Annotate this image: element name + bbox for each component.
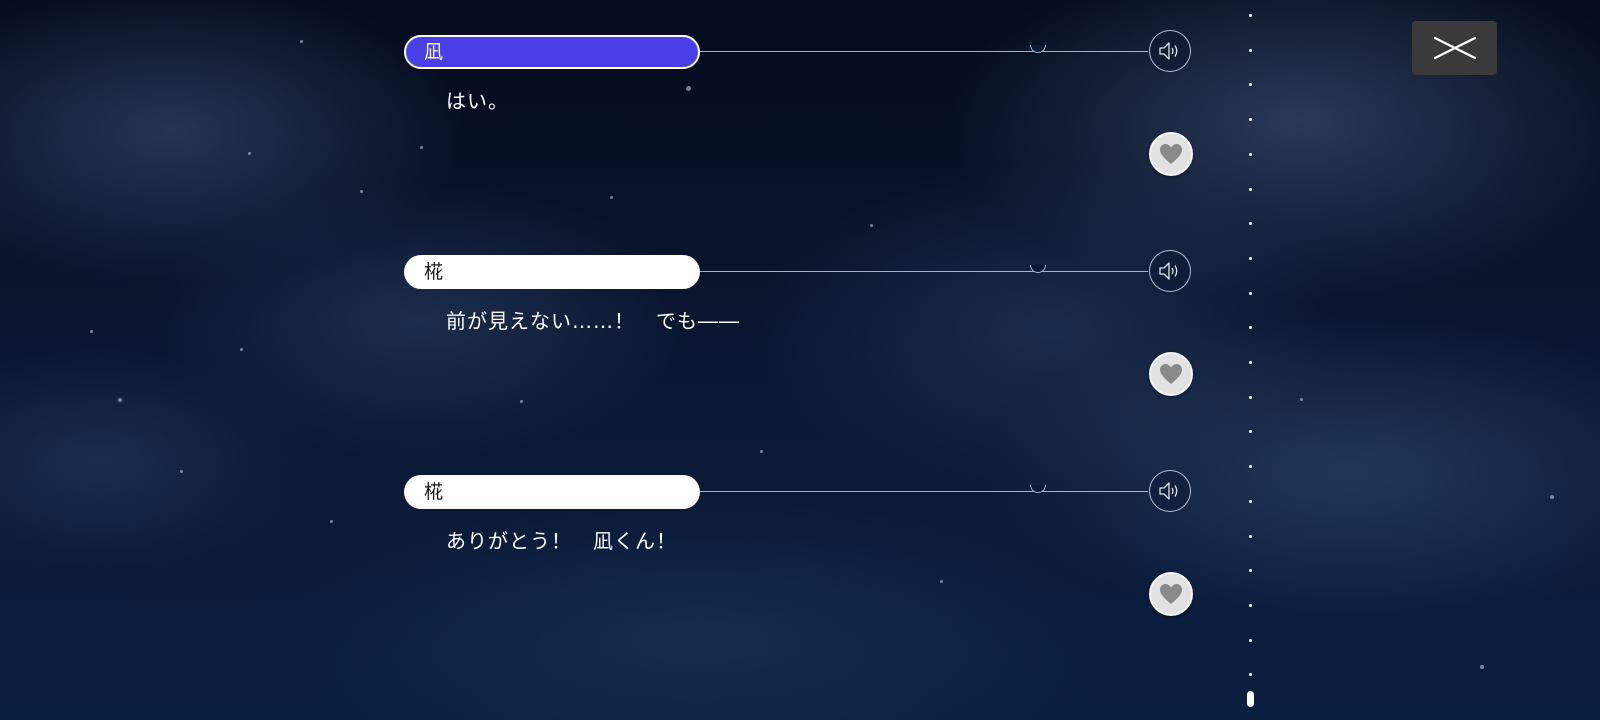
voice-replay-button[interactable] — [1149, 470, 1191, 512]
scrollbar-tick — [1249, 118, 1252, 122]
scrollbar-tick — [1249, 152, 1252, 156]
scrollbar-tick — [1249, 603, 1252, 607]
scrollbar-tick — [1249, 256, 1252, 260]
speaker-icon — [1159, 262, 1178, 280]
backlog-entry: 凪 はい。 — [404, 30, 1194, 205]
close-icon — [1433, 36, 1476, 60]
voice-replay-button[interactable] — [1149, 30, 1191, 72]
favorite-button[interactable] — [1149, 572, 1193, 616]
scrollbar-tick — [1249, 222, 1252, 226]
heart-icon — [1160, 584, 1182, 604]
backlog-entry: 椛 前が見えない……！ でも―― — [404, 250, 1194, 425]
favorite-button[interactable] — [1149, 132, 1193, 176]
speaker-name: 椛 — [404, 475, 700, 509]
scrollbar-tick — [1249, 499, 1252, 503]
dialogue-text: ありがとう！ 凪くん！ — [446, 529, 677, 553]
heart-icon — [1160, 364, 1182, 384]
scrollbar-thumb[interactable] — [1247, 691, 1254, 707]
scrollbar-tick — [1249, 569, 1252, 573]
scrollbar-tick — [1249, 326, 1252, 330]
connector-line — [700, 51, 1148, 52]
scrollbar-tick — [1249, 14, 1252, 17]
star — [1300, 398, 1303, 401]
scrollbar-tick — [1249, 673, 1252, 677]
backlog-scrollbar[interactable] — [1246, 8, 1256, 708]
favorite-button[interactable] — [1149, 352, 1193, 396]
scrollbar-tick — [1249, 291, 1252, 295]
scrollbar-tick — [1249, 534, 1252, 538]
dialogue-text: はい。 — [446, 89, 509, 113]
voice-replay-button[interactable] — [1149, 250, 1191, 292]
scrollbar-tick — [1249, 465, 1252, 469]
scrollbar-tick — [1249, 83, 1252, 87]
speaker-icon — [1159, 42, 1178, 60]
speaker-icon — [1159, 482, 1178, 500]
scrollbar-tick — [1249, 638, 1252, 642]
backlog-list: 凪 はい。 椛 前が見えない……！ でも―― 椛 ありがとう！ 凪くん！ — [0, 0, 1200, 720]
close-button[interactable] — [1412, 21, 1497, 75]
dialogue-text: 前が見えない……！ でも―― — [446, 309, 740, 333]
scrollbar-tick — [1249, 48, 1252, 52]
scrollbar-tick — [1249, 187, 1252, 191]
connector-line — [700, 271, 1148, 272]
backlog-entry: 椛 ありがとう！ 凪くん！ — [404, 470, 1194, 645]
scrollbar-tick — [1249, 430, 1252, 434]
scrollbar-tick — [1249, 395, 1252, 399]
heart-icon — [1160, 144, 1182, 164]
speaker-name: 凪 — [404, 35, 700, 69]
scrollbar-tick — [1249, 361, 1252, 364]
connector-line — [700, 491, 1148, 492]
star — [1480, 665, 1484, 669]
star — [1550, 495, 1554, 499]
speaker-name: 椛 — [404, 255, 700, 289]
